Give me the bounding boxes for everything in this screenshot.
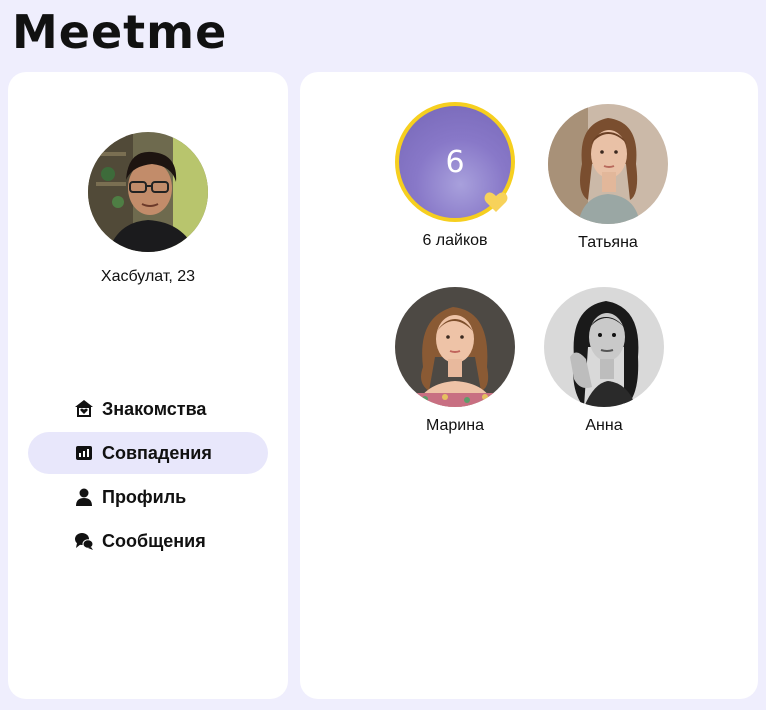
nav-item-dating[interactable]: Знакомства [28,388,268,430]
matches-panel: 6 6 лайков Татьяна Марина Анна [300,72,758,699]
home-heart-icon [75,400,93,417]
nav-item-label: Знакомства [102,398,207,419]
match-photo[interactable] [544,287,664,407]
chart-icon [76,446,92,460]
match-name: Анна [585,417,623,434]
match-card[interactable]: Татьяна [543,104,673,252]
nav-item-profile[interactable]: Профиль [28,476,268,518]
app-logo[interactable]: Meetme [12,2,227,62]
sidebar: Хасбулат, 23 Знакомства Совпадения Профи… [8,72,288,699]
match-photo[interactable] [548,104,668,224]
match-card[interactable]: Марина [390,287,520,435]
match-name: Татьяна [578,234,638,251]
nav-item-label: Профиль [102,486,187,507]
likes-label: 6 лайков [422,232,488,249]
user-name: Хасбулат, 23 [100,268,196,285]
nav-item-label: Совпадения [102,442,212,463]
likes-badge[interactable]: 6 [395,102,515,222]
match-photo[interactable] [395,287,515,407]
likes-count: 6 [445,144,465,180]
likes-card[interactable]: 6 6 лайков [390,102,520,250]
nav-item-messages[interactable]: Сообщения [28,520,268,562]
chat-icon [75,533,94,550]
heart-icon [484,192,508,212]
user-avatar[interactable] [88,132,208,252]
match-name: Марина [426,417,484,434]
match-card[interactable]: Анна [539,287,669,435]
user-icon [76,488,92,506]
nav-menu: Знакомства Совпадения Профиль Сообщения [28,388,268,564]
nav-item-label: Сообщения [102,530,206,551]
nav-item-matches[interactable]: Совпадения [28,432,268,474]
